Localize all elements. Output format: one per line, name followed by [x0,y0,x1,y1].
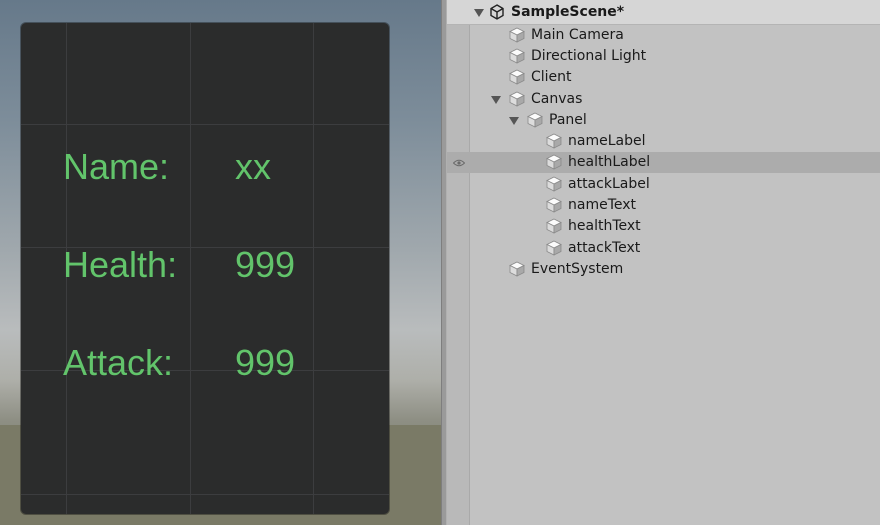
hierarchy-item-label: Directional Light [531,48,647,64]
name-label: Name: [63,146,170,187]
name-value: xx [235,146,271,187]
health-label: Health: [63,244,178,285]
panel-grid-line [190,23,191,514]
hierarchy-item-attacktext[interactable]: attackText [447,238,880,259]
hierarchy-item-canvas[interactable]: Canvas [447,89,880,110]
hierarchy-item-label: Client [531,69,572,85]
eye-icon[interactable] [453,159,465,167]
hierarchy-item-label: healthText [568,218,641,234]
hierarchy-item-label: attackLabel [568,176,650,192]
ui-panel[interactable]: Name: xx Health: 999 Attack: 999 [21,23,389,514]
hierarchy-item-attacklabel[interactable]: attackLabel [447,174,880,195]
health-value: 999 [235,244,296,285]
gameobject-cube-icon [509,69,525,85]
hierarchy-item-label: healthLabel [568,154,651,170]
scene-view[interactable]: Name: xx Health: 999 Attack: 999 [0,0,441,525]
gameobject-cube-icon [527,112,543,128]
hierarchy-item-directional-light[interactable]: Directional Light [447,46,880,67]
chevron-down-icon[interactable] [509,117,519,125]
gameobject-cube-icon [509,48,525,64]
hierarchy-item-label: attackText [568,240,641,256]
hierarchy-item-label: Main Camera [531,27,624,43]
hierarchy-item-client[interactable]: Client [447,67,880,88]
hierarchy-panel[interactable]: SampleScene* Main Camera Directional Lig… [447,0,880,525]
chevron-down-icon[interactable] [491,96,501,104]
scene-row[interactable]: SampleScene* [447,0,880,25]
hierarchy-item-healthtext[interactable]: healthText [447,216,880,237]
hierarchy-item-namelabel[interactable]: nameLabel [447,131,880,152]
gameobject-cube-icon [546,240,562,256]
gameobject-cube-icon [509,27,525,43]
unity-logo-icon [490,4,504,20]
scene-name: SampleScene* [511,4,625,20]
gameobject-cube-icon [546,133,562,149]
hierarchy-item-healthlabel[interactable]: healthLabel [447,152,880,173]
gameobject-cube-icon [546,154,562,170]
gameobject-cube-icon [509,261,525,277]
hierarchy-item-label: Panel [549,112,587,128]
hierarchy-item-panel[interactable]: Panel [447,110,880,131]
gameobject-cube-icon [546,197,562,213]
gameobject-cube-icon [546,218,562,234]
hierarchy-item-nametext[interactable]: nameText [447,195,880,216]
panel-grid-line [313,23,314,514]
gameobject-cube-icon [509,91,525,107]
hierarchy-item-main-camera[interactable]: Main Camera [447,25,880,46]
gameobject-cube-icon [546,176,562,192]
hierarchy-item-label: nameLabel [568,133,646,149]
hierarchy-item-label: EventSystem [531,261,624,277]
attack-value: 999 [235,342,296,383]
hierarchy-item-label: nameText [568,197,637,213]
attack-label: Attack: [63,342,174,383]
panel-grid-line [21,494,389,495]
panel-grid-line [21,124,389,125]
hierarchy-item-eventsystem[interactable]: EventSystem [447,259,880,280]
chevron-down-icon[interactable] [474,9,484,17]
hierarchy-item-label: Canvas [531,91,583,107]
